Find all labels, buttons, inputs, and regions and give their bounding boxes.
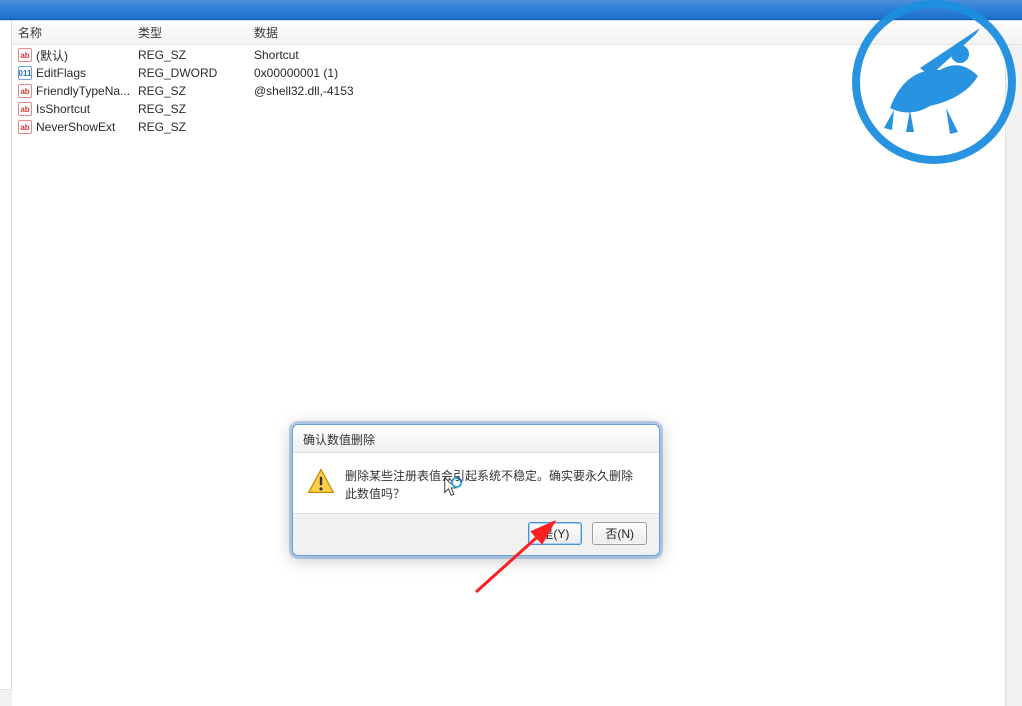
table-row[interactable]: ab IsShortcut REG_SZ (12, 100, 1022, 118)
column-header-name[interactable]: 名称 (12, 21, 132, 44)
warning-icon (307, 467, 335, 495)
scrollbar-vertical[interactable] (1005, 45, 1022, 706)
row-name: NeverShowExt (36, 120, 115, 134)
row-name: IsShortcut (36, 102, 90, 116)
reg-string-icon: ab (18, 48, 32, 62)
row-data: Shortcut (248, 46, 1022, 64)
list-pane[interactable]: 名称 类型 数据 ab (默认) REG_SZ Shortcut 011 Edi… (12, 21, 1022, 706)
table-row[interactable]: 011 EditFlags REG_DWORD 0x00000001 (1) (12, 64, 1022, 82)
column-header-type[interactable]: 类型 (132, 21, 248, 44)
row-data (248, 118, 1022, 136)
confirm-delete-dialog: 确认数值删除 删除某些注册表值会引起系统不稳定。确实要永久删除此数值吗？ 是(Y… (292, 424, 660, 556)
scrollbar-horizontal[interactable] (0, 689, 12, 706)
reg-string-icon: ab (18, 120, 32, 134)
table-row[interactable]: ab FriendlyTypeNa... REG_SZ @shell32.dll… (12, 82, 1022, 100)
yes-button[interactable]: 是(Y) (528, 522, 582, 545)
table-row[interactable]: ab (默认) REG_SZ Shortcut (12, 46, 1022, 64)
row-type: REG_DWORD (132, 64, 248, 82)
row-data: @shell32.dll,-4153 (248, 82, 1022, 100)
dialog-message: 删除某些注册表值会引起系统不稳定。确实要永久删除此数值吗？ (345, 467, 643, 503)
window-titlebar (0, 0, 1022, 20)
row-name: (默认) (36, 47, 68, 64)
table-row[interactable]: ab NeverShowExt REG_SZ (12, 118, 1022, 136)
dialog-footer: 是(Y) 否(N) (293, 513, 659, 555)
reg-string-icon: ab (18, 102, 32, 116)
row-data: 0x00000001 (1) (248, 64, 1022, 82)
grid-rows: ab (默认) REG_SZ Shortcut 011 EditFlags RE… (12, 45, 1022, 136)
reg-string-icon: ab (18, 84, 32, 98)
row-type: REG_SZ (132, 118, 248, 136)
row-type: REG_SZ (132, 82, 248, 100)
row-type: REG_SZ (132, 46, 248, 64)
row-name: FriendlyTypeNa... (36, 84, 130, 98)
grid-header: 名称 类型 数据 (12, 21, 1022, 45)
column-header-data[interactable]: 数据 (248, 21, 1022, 44)
reg-binary-icon: 011 (18, 66, 32, 80)
dialog-title: 确认数值删除 (293, 425, 659, 453)
row-type: REG_SZ (132, 100, 248, 118)
tree-pane[interactable] (0, 21, 12, 706)
row-name: EditFlags (36, 66, 86, 80)
main-area: 名称 类型 数据 ab (默认) REG_SZ Shortcut 011 Edi… (0, 20, 1022, 706)
row-data (248, 100, 1022, 118)
no-button[interactable]: 否(N) (592, 522, 647, 545)
